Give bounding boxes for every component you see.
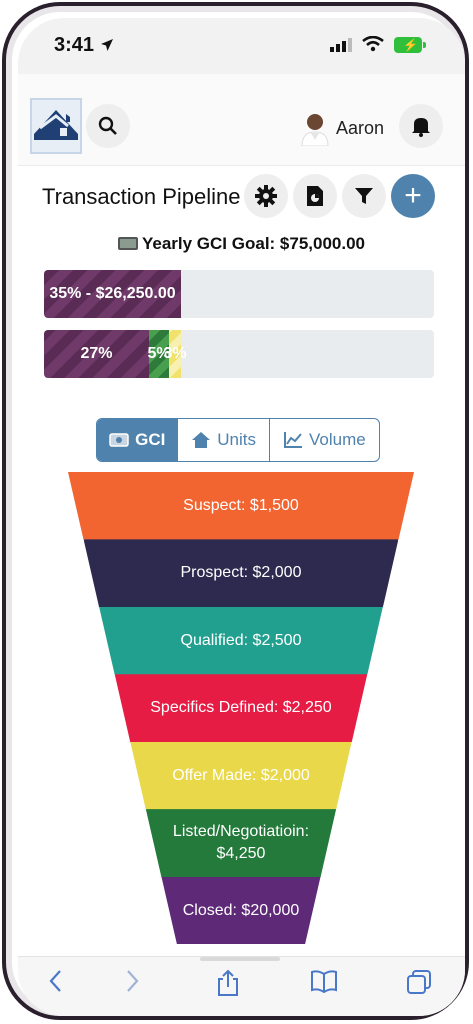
funnel-stage[interactable]: Specifics Defined: $2,250 (114, 674, 368, 743)
screen: 3:41 ⚡ Aaron Transaction Pipeline + Year… (18, 18, 465, 1016)
toggle-units-label: Units (217, 430, 256, 449)
house-icon (192, 432, 211, 448)
stage-progress-bar: 27% 5% 3% (44, 330, 434, 378)
funnel-stage[interactable]: Prospect: $2,000 (83, 539, 399, 608)
add-button[interactable]: + (391, 174, 435, 218)
toggle-volume-label: Volume (309, 430, 366, 449)
app-header: Aaron (18, 74, 465, 166)
funnel-stage-label: Qualified: $2,500 (180, 631, 302, 649)
stage-progress-label: 27% (80, 345, 113, 362)
toggle-gci[interactable]: GCI (97, 419, 179, 461)
avatar[interactable] (300, 110, 330, 146)
notifications-button[interactable] (399, 104, 443, 148)
house-logo-icon (34, 110, 78, 140)
forward-icon[interactable] (126, 969, 140, 993)
money-icon (117, 237, 138, 250)
status-time: 3:41 (54, 34, 95, 56)
scroll-indicator (200, 957, 280, 961)
stage-progress-segment: 27% (44, 330, 149, 378)
settings-button[interactable] (244, 174, 288, 218)
funnel-stage-label: Suspect: $1,500 (183, 496, 299, 514)
toggle-volume[interactable]: Volume (270, 419, 379, 461)
gci-goal-text: Yearly GCI Goal: $75,000.00 (141, 234, 366, 253)
tabs-icon[interactable] (406, 969, 432, 995)
stage-progress-segment: 3% (163, 330, 187, 378)
funnel-stage[interactable]: Qualified: $2,500 (99, 606, 383, 675)
funnel-stage-label: Closed: $20,000 (182, 901, 300, 919)
money-icon (109, 433, 129, 447)
funnel-stage-label: Prospect: $2,000 (180, 564, 302, 582)
bookmarks-icon[interactable] (310, 969, 338, 993)
filter-button[interactable] (342, 174, 386, 218)
battery-icon: ⚡ (394, 37, 426, 53)
funnel-stage-label: Listed/Negotiatioin: $4,250 (172, 823, 310, 863)
signal-icon (330, 38, 352, 52)
search-icon (98, 116, 117, 135)
share-icon[interactable] (216, 969, 240, 997)
report-button[interactable] (293, 174, 337, 218)
funnel-stage[interactable]: Offer Made: $2,000 (130, 741, 352, 810)
pipeline-funnel: Suspect: $1,500 Prospect: $2,000 Qualified… (18, 472, 465, 945)
document-chart-icon (307, 186, 323, 206)
page-title: Transaction Pipeline (42, 184, 241, 209)
goal-progress-fill: 35% - $26,250.00 (44, 270, 181, 318)
chart-icon (284, 432, 303, 448)
funnel-stage[interactable]: Listed/Negotiatioin: $4,250 (145, 809, 337, 878)
filter-icon (355, 188, 373, 204)
stage-progress-label: 3% (163, 345, 187, 362)
browser-toolbar (18, 956, 465, 1016)
status-bar: 3:41 ⚡ (18, 18, 465, 74)
location-arrow-icon (101, 39, 113, 51)
toggle-units[interactable]: Units (178, 419, 270, 461)
user-name[interactable]: Aaron (336, 118, 384, 139)
funnel-stage[interactable]: Closed: $20,000 (161, 876, 321, 945)
goal-progress-bar: 35% - $26,250.00 (44, 270, 434, 318)
phone-frame: 3:41 ⚡ Aaron Transaction Pipeline + Year… (2, 2, 469, 1020)
logo[interactable] (30, 98, 82, 154)
toggle-gci-label: GCI (135, 430, 166, 449)
back-icon[interactable] (48, 969, 62, 993)
funnel-stage[interactable]: Suspect: $1,500 (68, 472, 414, 540)
goal-progress-label: 35% - $26,250.00 (49, 285, 176, 302)
wifi-icon (362, 36, 384, 52)
funnel-stage-label: Specifics Defined: $2,250 (150, 699, 332, 717)
gci-goal: Yearly GCI Goal: $75,000.00 (18, 234, 465, 254)
search-button[interactable] (86, 104, 130, 148)
gear-icon (255, 185, 277, 207)
bell-icon (412, 118, 430, 137)
metric-toggle: GCI Units Volume (96, 418, 380, 462)
funnel-stage-label: Offer Made: $2,000 (172, 766, 310, 784)
